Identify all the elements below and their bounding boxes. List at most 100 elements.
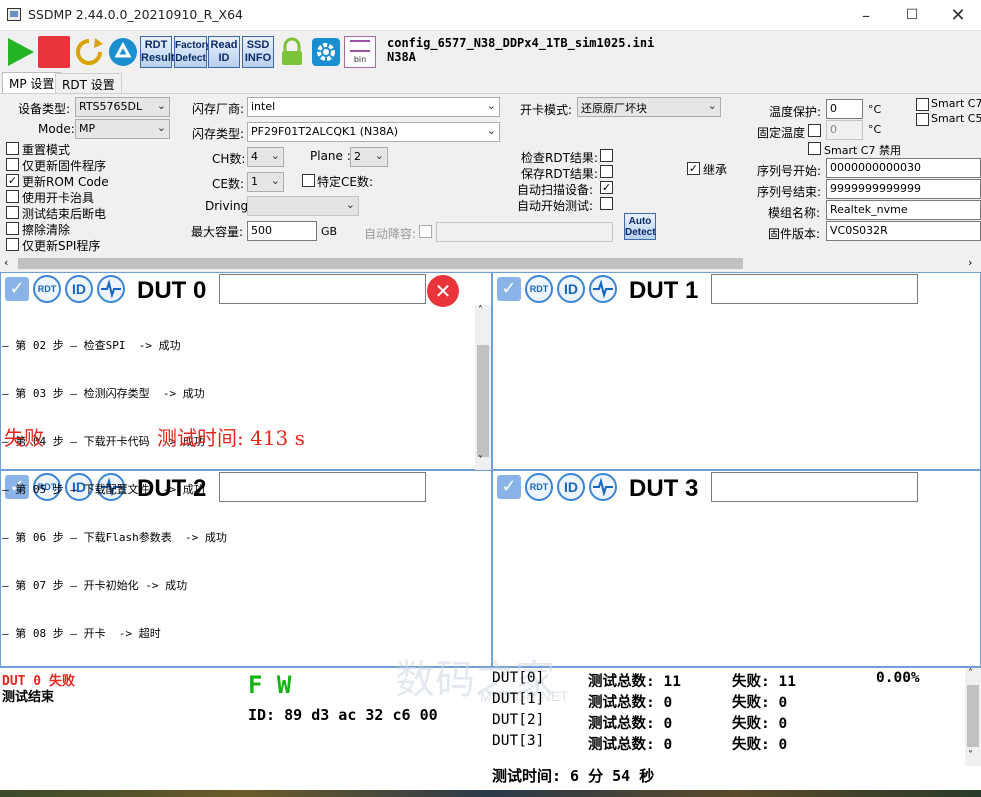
id-icon[interactable]: ID <box>557 275 585 303</box>
scroll-thumb[interactable] <box>967 685 979 747</box>
save-rdt-checkbox[interactable] <box>600 165 613 178</box>
refresh-icon[interactable] <box>73 36 105 68</box>
plane-select[interactable]: 2 ⌄ <box>350 147 388 167</box>
ce-label: CE数: <box>212 177 245 191</box>
rdt-result-button[interactable]: RDT Result <box>140 36 175 68</box>
temp-unit: °C <box>868 103 882 116</box>
maximize-button[interactable]: ☐ <box>889 0 935 31</box>
auto-scan-label: 自动扫描设备: <box>517 183 594 197</box>
auto-scan-checkbox[interactable]: ✓ <box>600 181 613 194</box>
save-rdt-label: 保存RDT结果: <box>521 167 598 181</box>
specific-ce-checkbox[interactable] <box>302 174 315 187</box>
smart-c5-checkbox[interactable] <box>916 113 929 126</box>
check-rdt-checkbox[interactable] <box>600 149 613 162</box>
auto-start-checkbox[interactable] <box>600 197 613 210</box>
dut-serial-input[interactable] <box>711 472 918 502</box>
rdt-icon[interactable]: RDT <box>525 473 553 501</box>
fixed-temp-label: 固定温度 <box>757 126 806 140</box>
option-checkbox[interactable] <box>6 158 19 171</box>
stat-dut: DUT[0] <box>492 670 545 686</box>
dut-serial-input[interactable] <box>711 274 918 304</box>
ce-select[interactable]: 1 ⌄ <box>247 172 284 192</box>
device-type-select[interactable]: RTS5765DL ⌄ <box>75 97 170 117</box>
open-mode-select[interactable]: 还原原厂坏块 ⌄ <box>577 97 721 117</box>
ch-select[interactable]: 4 ⌄ <box>247 147 284 167</box>
chevron-down-icon: ⌄ <box>374 149 384 162</box>
mode-select[interactable]: MP ⌄ <box>75 119 170 139</box>
dut-select-checkbox[interactable]: ✓ <box>497 475 521 499</box>
dut-select-checkbox[interactable]: ✓ <box>497 277 521 301</box>
log-line: — 第 07 步 — 开卡初始化 -> 成功 <box>2 579 188 592</box>
max-capacity-input[interactable]: 500 <box>247 221 317 241</box>
tab-rdt-settings[interactable]: RDT 设置 <box>55 73 122 93</box>
model-name-label: 模组名称: <box>768 206 821 220</box>
waveform-icon[interactable] <box>589 275 617 303</box>
waveform-icon[interactable] <box>589 473 617 501</box>
temp-protect-input[interactable]: 0 <box>826 99 863 119</box>
flash-vendor-select[interactable]: intel ⌄ <box>247 97 500 117</box>
auto-derate-input[interactable] <box>436 222 613 242</box>
scroll-down-icon[interactable]: ˅ <box>478 455 483 466</box>
bin-file-icon[interactable]: bin <box>344 36 376 68</box>
rdt-icon[interactable]: RDT <box>525 275 553 303</box>
dut-select-checkbox[interactable]: ✓ <box>5 277 29 301</box>
scroll-down-icon[interactable]: ˅ <box>968 750 973 761</box>
gear-icon[interactable] <box>310 36 342 68</box>
dut0-log-scrollbar[interactable]: ˄ ˅ <box>475 305 491 470</box>
option-checkbox[interactable] <box>6 222 19 235</box>
flash-type-select[interactable]: PF29F01T2ALCQK1 (N38A) ⌄ <box>247 122 500 142</box>
flash-vendor-label: 闪存厂商: <box>192 102 245 116</box>
fw-version-label: 固件版本: <box>768 227 821 241</box>
tab-mp-settings[interactable]: MP 设置 <box>2 72 62 94</box>
auto-derate-checkbox[interactable] <box>419 225 432 238</box>
option-label: 使用开卡治具 <box>22 191 95 205</box>
id-icon[interactable]: ID <box>65 275 93 303</box>
option-checkbox[interactable]: ✓ <box>6 174 19 187</box>
close-icon[interactable]: ✕ <box>427 275 459 307</box>
stop-icon[interactable] <box>38 36 70 68</box>
option-checkbox[interactable] <box>6 238 19 251</box>
sn-start-label: 序列号开始: <box>757 164 822 178</box>
id-icon[interactable]: ID <box>557 473 585 501</box>
fixed-temp-checkbox[interactable] <box>808 124 821 137</box>
option-checkbox[interactable] <box>6 190 19 203</box>
sn-start-input[interactable]: 0000000000030 <box>826 158 981 178</box>
waveform-icon[interactable] <box>97 275 125 303</box>
chevron-down-icon: ⌄ <box>270 149 280 162</box>
sn-end-input[interactable]: 9999999999999 <box>826 179 981 199</box>
scroll-up-icon[interactable]: ˄ <box>968 668 973 679</box>
inherit-label: 继承 <box>703 163 728 177</box>
read-id-button[interactable]: Read ID <box>208 36 240 68</box>
scroll-right-icon[interactable]: › <box>968 256 972 269</box>
scroll-thumb[interactable] <box>18 258 743 269</box>
model-name-input[interactable]: Realtek_nvme <box>826 200 981 220</box>
scroll-thumb[interactable] <box>477 345 489 457</box>
rdt-icon[interactable]: RDT <box>33 275 61 303</box>
smart-c7-disable-checkbox[interactable] <box>808 142 821 155</box>
auto-detect-button[interactable]: Auto Detect <box>624 213 656 240</box>
option-label: 擦除清除 <box>22 223 71 237</box>
scroll-up-icon[interactable]: ˄ <box>478 305 483 316</box>
dut-serial-input[interactable] <box>219 472 426 502</box>
lock-icon[interactable] <box>276 36 308 68</box>
horizontal-scrollbar[interactable]: ‹ › <box>0 255 981 272</box>
option-checkbox[interactable] <box>6 142 19 155</box>
minimize-button[interactable]: – <box>843 0 889 31</box>
stat-total: 测试总数: 11 <box>588 674 681 690</box>
capacity-unit: GB <box>321 225 338 238</box>
scroll-left-icon[interactable]: ‹ <box>4 256 8 269</box>
temp-protect-label: 温度保护: <box>769 105 822 119</box>
option-checkbox[interactable] <box>6 206 19 219</box>
inherit-checkbox[interactable]: ✓ <box>687 162 700 175</box>
dut-serial-input[interactable] <box>219 274 426 304</box>
ssd-info-button[interactable]: SSD INFO <box>242 36 274 68</box>
fixed-temp-input[interactable]: 0 <box>826 120 863 140</box>
smart-c7-checkbox[interactable] <box>916 98 929 111</box>
fw-version-input[interactable]: VC0S032R <box>826 221 981 241</box>
recycle-icon[interactable] <box>107 36 139 68</box>
close-button[interactable]: ✕ <box>935 0 981 31</box>
driving-select[interactable]: ⌄ <box>247 196 359 216</box>
start-icon[interactable] <box>4 36 36 68</box>
factory-defect-button[interactable]: Factory Defect <box>174 36 211 68</box>
status-scrollbar[interactable]: ˄ ˅ <box>965 668 981 766</box>
